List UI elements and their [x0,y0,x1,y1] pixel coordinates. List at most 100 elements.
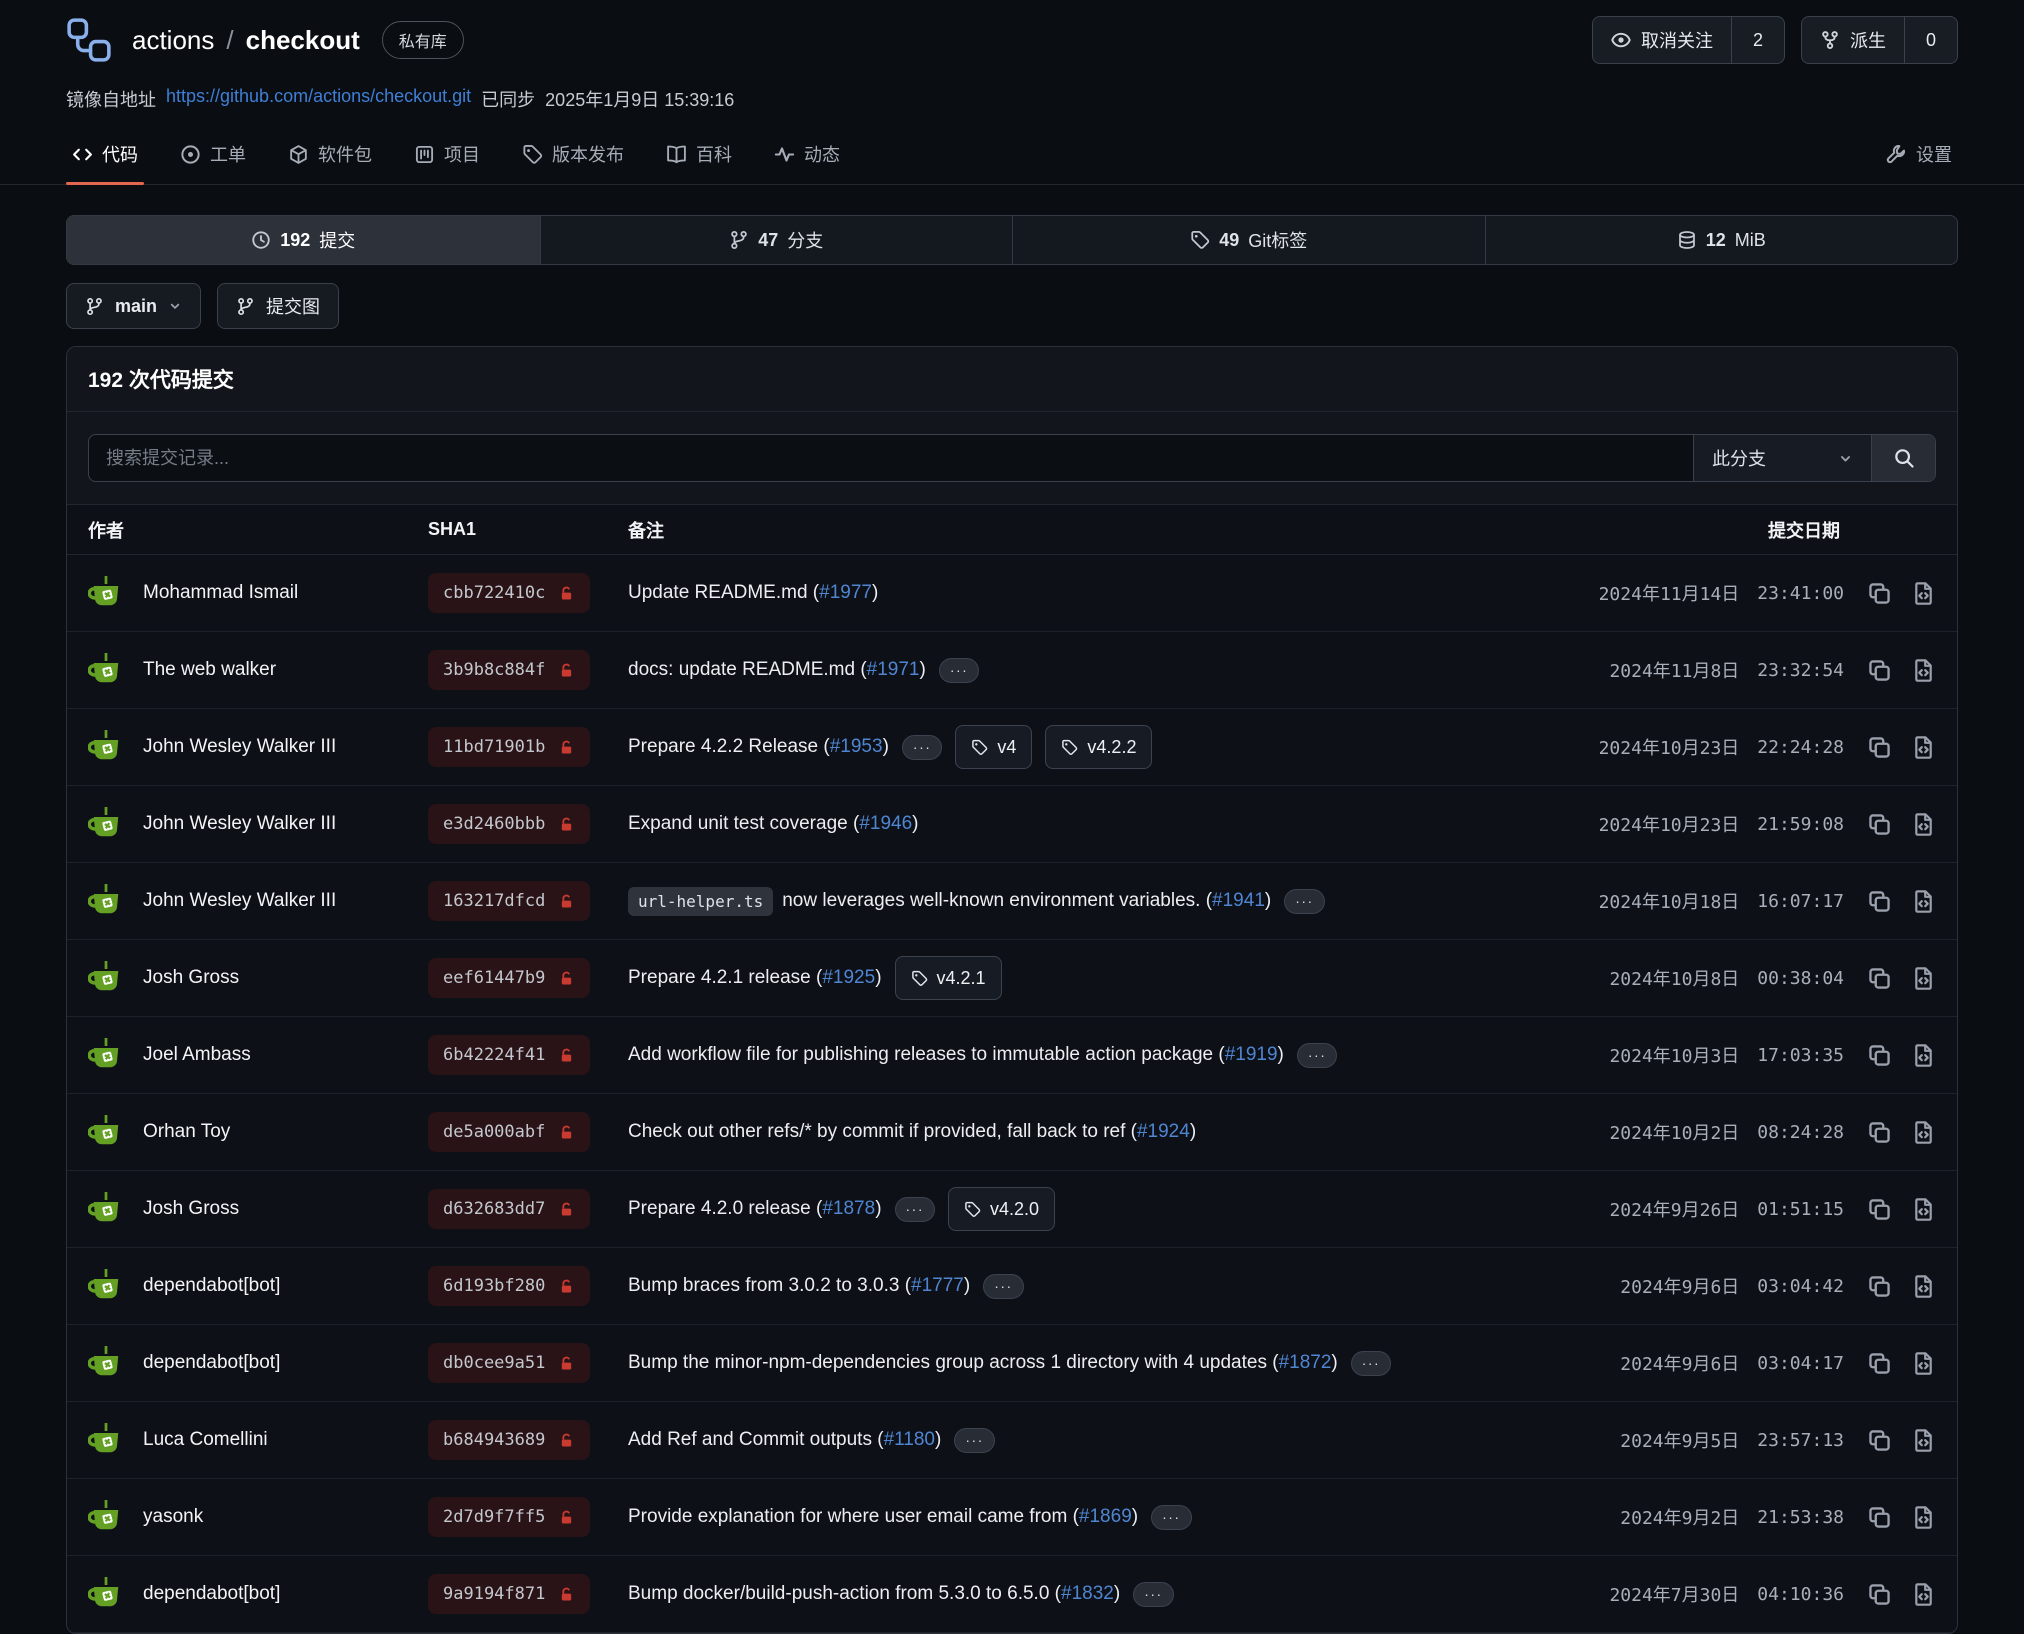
unwatch-button[interactable]: 取消关注 [1593,17,1731,63]
tab-code[interactable]: 代码 [58,128,152,184]
copy-sha-button[interactable] [1867,1197,1892,1222]
browse-source-button[interactable] [1911,1351,1936,1376]
branch-filter-select[interactable]: 此分支 [1693,435,1871,481]
browse-source-button[interactable] [1911,1120,1936,1145]
forks-count[interactable]: 0 [1904,17,1957,63]
expand-commit-body-button[interactable]: ··· [954,1428,995,1453]
tab-wiki[interactable]: 百科 [652,128,746,184]
copy-sha-button[interactable] [1867,812,1892,837]
browse-source-button[interactable] [1911,1197,1936,1222]
copy-sha-button[interactable] [1867,1428,1892,1453]
copy-sha-button[interactable] [1867,966,1892,991]
browse-source-button[interactable] [1911,812,1936,837]
commit-graph-button[interactable]: 提交图 [217,283,339,329]
pr-link[interactable]: #1946 [859,813,912,835]
expand-commit-body-button[interactable]: ··· [1284,889,1325,914]
browse-source-button[interactable] [1911,735,1936,760]
commit-sha-link[interactable]: d632683dd7 [428,1189,590,1229]
pr-link[interactable]: #1919 [1225,1044,1278,1066]
tag-chip[interactable]: v4.2.1 [895,956,1002,1000]
browse-source-button[interactable] [1911,1043,1936,1068]
pr-link[interactable]: #1941 [1212,890,1265,912]
stat-size: 12 MiB [1485,216,1958,264]
commit-date-cell: 2024年9月6日 03:04:42 [1466,1273,1936,1299]
expand-commit-body-button[interactable]: ··· [1133,1582,1174,1607]
tab-activity[interactable]: 动态 [760,128,854,184]
commit-sha-link[interactable]: b684943689 [428,1420,590,1460]
mirror-url-link[interactable]: https://github.com/actions/checkout.git [166,86,471,112]
fork-button[interactable]: 派生 [1802,17,1904,63]
browse-source-button[interactable] [1911,1274,1936,1299]
copy-sha-button[interactable] [1867,1582,1892,1607]
avatar [88,881,128,921]
browse-source-button[interactable] [1911,658,1936,683]
commit-sha-link[interactable]: de5a000abf [428,1112,590,1152]
expand-commit-body-button[interactable]: ··· [902,735,943,760]
copy-sha-button[interactable] [1867,658,1892,683]
commit-sha-link[interactable]: eef61447b9 [428,958,590,998]
copy-sha-button[interactable] [1867,1274,1892,1299]
commit-sha-link[interactable]: db0cee9a51 [428,1343,590,1383]
tab-releases[interactable]: 版本发布 [508,128,638,184]
tag-chip[interactable]: v4 [955,725,1032,769]
pr-link[interactable]: #1832 [1061,1583,1114,1605]
repo-name-link[interactable]: checkout [246,25,360,56]
branch-selector[interactable]: main [66,283,201,329]
copy-sha-button[interactable] [1867,1120,1892,1145]
copy-sha-button[interactable] [1867,581,1892,606]
browse-source-button[interactable] [1911,581,1936,606]
site-logo[interactable] [66,17,112,63]
commit-date: 2024年11月14日 [1599,580,1740,606]
copy-sha-button[interactable] [1867,1505,1892,1530]
tab-packages[interactable]: 软件包 [274,128,386,184]
commit-sha-link[interactable]: 3b9b8c884f [428,650,590,690]
browse-source-button[interactable] [1911,889,1936,914]
commit-sha-link[interactable]: 9a9194f871 [428,1574,590,1614]
stat-commits[interactable]: 192 提交 [67,216,540,264]
stat-tags[interactable]: 49 Git标签 [1012,216,1485,264]
expand-commit-body-button[interactable]: ··· [983,1274,1024,1299]
expand-commit-body-button[interactable]: ··· [1151,1505,1192,1530]
pr-link[interactable]: #1925 [822,967,875,989]
browse-source-button[interactable] [1911,1582,1936,1607]
commit-sha-link[interactable]: 6d193bf280 [428,1266,590,1306]
watchers-count[interactable]: 2 [1731,17,1784,63]
pr-link[interactable]: #1878 [822,1198,875,1220]
stat-branches[interactable]: 47 分支 [540,216,1013,264]
tag-chip[interactable]: v4.2.0 [948,1187,1055,1231]
pr-link[interactable]: #1869 [1079,1506,1132,1528]
copy-sha-button[interactable] [1867,889,1892,914]
pr-link[interactable]: #1977 [819,582,872,604]
tab-settings[interactable]: 设置 [1872,128,1966,184]
pr-link[interactable]: #1953 [830,736,883,758]
tab-projects[interactable]: 项目 [400,128,494,184]
pr-link[interactable]: #1924 [1137,1121,1190,1143]
commit-date: 2024年10月18日 [1599,888,1740,914]
commit-search-input[interactable] [89,435,1693,481]
pr-link[interactable]: #1777 [911,1275,964,1297]
browse-source-button[interactable] [1911,966,1936,991]
commit-sha-link[interactable]: e3d2460bbb [428,804,590,844]
commit-sha-link[interactable]: 163217dfcd [428,881,590,921]
pr-link[interactable]: #1872 [1279,1352,1332,1374]
browse-source-button[interactable] [1911,1428,1936,1453]
tag-chip[interactable]: v4.2.2 [1045,725,1152,769]
copy-sha-button[interactable] [1867,1043,1892,1068]
commit-sha-link[interactable]: 2d7d9f7ff5 [428,1497,590,1537]
tab-issues[interactable]: 工单 [166,128,260,184]
commit-date: 2024年10月23日 [1599,811,1740,837]
copy-sha-button[interactable] [1867,735,1892,760]
expand-commit-body-button[interactable]: ··· [895,1197,936,1222]
pr-link[interactable]: #1180 [884,1429,935,1451]
repo-owner-link[interactable]: actions [132,25,214,56]
expand-commit-body-button[interactable]: ··· [939,658,980,683]
commit-sha-link[interactable]: 6b42224f41 [428,1035,590,1075]
search-button[interactable] [1871,435,1935,481]
commit-sha-link[interactable]: 11bd71901b [428,727,590,767]
commit-sha-link[interactable]: cbb722410c [428,573,590,613]
browse-source-button[interactable] [1911,1505,1936,1530]
copy-sha-button[interactable] [1867,1351,1892,1376]
expand-commit-body-button[interactable]: ··· [1351,1351,1392,1376]
pr-link[interactable]: #1971 [867,659,920,681]
expand-commit-body-button[interactable]: ··· [1297,1043,1338,1068]
